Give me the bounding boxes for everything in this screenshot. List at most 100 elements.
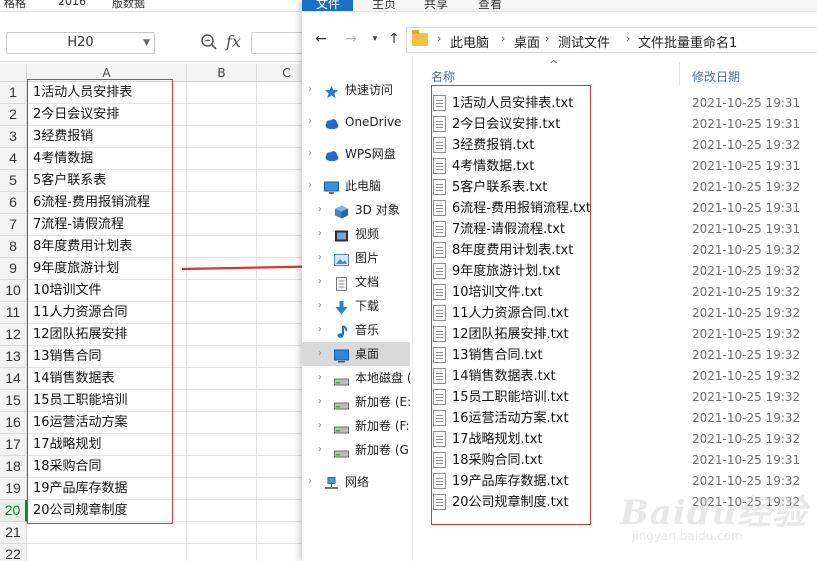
file-row[interactable]: 11人力资源合同.txt 2021-10-25 19:32 [423,303,817,324]
fx-icon[interactable]: fx [226,32,241,51]
file-row[interactable]: 13销售合同.txt 2021-10-25 19:32 [423,345,817,366]
chevron-right-icon[interactable]: › [318,318,322,342]
breadcrumb-test-files[interactable]: 测试文件 [558,32,610,51]
column-header-b[interactable]: B [187,64,257,82]
back-arrow-icon[interactable]: ← [312,30,330,48]
file-row[interactable]: 20公司规章制度.txt 2021-10-25 19:32 [423,492,817,513]
row-header[interactable]: 19 [0,478,27,500]
cell-b[interactable] [187,412,257,434]
chevron-right-icon[interactable]: › [501,32,505,45]
nav-item[interactable]: › 此电脑 [302,174,410,198]
row-header[interactable]: 13 [0,346,27,368]
chevron-right-icon[interactable]: › [318,366,322,390]
row-header[interactable]: 12 [0,324,27,346]
nav-item[interactable]: › WPS网盘 [302,142,410,166]
chevron-right-icon[interactable]: › [318,438,322,462]
nav-item[interactable]: › 文档 [302,270,410,294]
cell-a[interactable]: 5客户联系表 [27,170,187,192]
nav-item[interactable]: › 新加卷 (F: [302,414,410,438]
row-header[interactable]: 21 [0,522,27,544]
cell-b[interactable] [187,192,257,214]
tab-file[interactable]: 文件 [302,0,353,11]
cell-b[interactable] [187,456,257,478]
up-arrow-icon[interactable]: ↑ [385,30,403,48]
nav-item[interactable]: › 视频 [302,222,410,246]
cell-b[interactable] [187,522,257,544]
row-header[interactable]: 9 [0,258,27,280]
column-header-a[interactable]: A [27,64,187,82]
chevron-right-icon[interactable]: › [318,198,322,222]
nav-item[interactable]: › 图片 [302,246,410,270]
file-row[interactable]: 18采购合同.txt 2021-10-25 19:31 [423,450,817,471]
cell-a[interactable]: 18采购合同 [27,456,187,478]
nav-item[interactable]: › OneDrive [302,110,410,134]
chevron-right-icon[interactable]: › [308,470,312,494]
cell-b[interactable] [187,500,257,522]
cell-b[interactable] [187,280,257,302]
nav-item[interactable]: › 音乐 [302,318,410,342]
cell-a[interactable]: 19产品库存数据 [27,478,187,500]
cell-b[interactable] [187,236,257,258]
chevron-right-icon[interactable]: › [318,270,322,294]
forward-arrow-icon[interactable]: → [342,30,360,48]
file-row[interactable]: 19产品库存数据.txt 2021-10-25 19:32 [423,471,817,492]
row-header[interactable]: 22 [0,544,27,561]
chevron-right-icon[interactable]: › [318,222,322,246]
tab-view[interactable]: 查看 [478,0,502,11]
chevron-right-icon[interactable]: › [318,246,322,270]
row-header[interactable]: 20 [0,500,27,522]
nav-item[interactable]: › 下载 [302,294,410,318]
address-bar[interactable]: › 此电脑 › 桌面 › 测试文件 › 文件批量重命名1 [406,27,817,53]
cell-a[interactable] [27,544,187,561]
name-box[interactable]: H20 ▼ [6,32,155,54]
cell-a[interactable]: 17战略规划 [27,434,187,456]
cell-a[interactable]: 20公司规章制度 [27,500,187,522]
chevron-right-icon[interactable]: › [318,342,322,366]
cell-a[interactable] [27,522,187,544]
row-header[interactable]: 14 [0,368,27,390]
file-row[interactable]: 2今日会议安排.txt 2021-10-25 19:31 [423,114,817,135]
cell-b[interactable] [187,82,257,104]
row-header[interactable]: 10 [0,280,27,302]
zoom-icon[interactable] [200,33,218,51]
ribbon-item[interactable]: 版数据 [112,0,145,11]
chevron-right-icon[interactable]: › [318,414,322,438]
file-row[interactable]: 16运营活动方案.txt 2021-10-25 19:32 [423,408,817,429]
row-header[interactable]: 8 [0,236,27,258]
breadcrumb-current-folder[interactable]: 文件批量重命名1 [638,32,737,51]
row-header[interactable]: 4 [0,148,27,170]
file-row[interactable]: 4考情数据.txt 2021-10-25 19:31 [423,156,817,177]
cell-b[interactable] [187,368,257,390]
chevron-right-icon[interactable]: › [308,142,312,166]
breadcrumb-desktop[interactable]: 桌面 [514,32,540,51]
cell-a[interactable]: 11人力资源合同 [27,302,187,324]
cell-a[interactable]: 13销售合同 [27,346,187,368]
row-header[interactable]: 11 [0,302,27,324]
cell-b[interactable] [187,390,257,412]
row-header[interactable]: 6 [0,192,27,214]
file-row[interactable]: 9年度旅游计划.txt 2021-10-25 19:32 [423,261,817,282]
cell-a[interactable]: 9年度旅游计划 [27,258,187,280]
file-row[interactable]: 12团队拓展安排.txt 2021-10-25 19:32 [423,324,817,345]
file-row[interactable]: 17战略规划.txt 2021-10-25 19:32 [423,429,817,450]
breadcrumb-this-pc[interactable]: 此电脑 [450,32,489,51]
cell-a[interactable]: 3经费报销 [27,126,187,148]
cell-a[interactable]: 10培训文件 [27,280,187,302]
file-row[interactable]: 3经费报销.txt 2021-10-25 19:32 [423,135,817,156]
row-header[interactable]: 16 [0,412,27,434]
nav-item[interactable]: › 桌面 [302,342,410,366]
cell-b[interactable] [187,302,257,324]
cell-a[interactable]: 2今日会议安排 [27,104,187,126]
cell-b[interactable] [187,434,257,456]
row-header[interactable]: 5 [0,170,27,192]
row-header[interactable]: 18 [0,456,27,478]
chevron-right-icon[interactable]: › [308,110,312,134]
chevron-right-icon[interactable]: › [318,294,322,318]
row-header[interactable]: 7 [0,214,27,236]
ribbon-item[interactable]: 2016 [58,0,86,8]
cell-b[interactable] [187,214,257,236]
cell-b[interactable] [187,148,257,170]
chevron-down-icon[interactable]: ▼ [143,33,150,53]
ribbon-item[interactable]: 格格 [4,0,26,11]
chevron-right-icon[interactable]: › [318,390,322,414]
